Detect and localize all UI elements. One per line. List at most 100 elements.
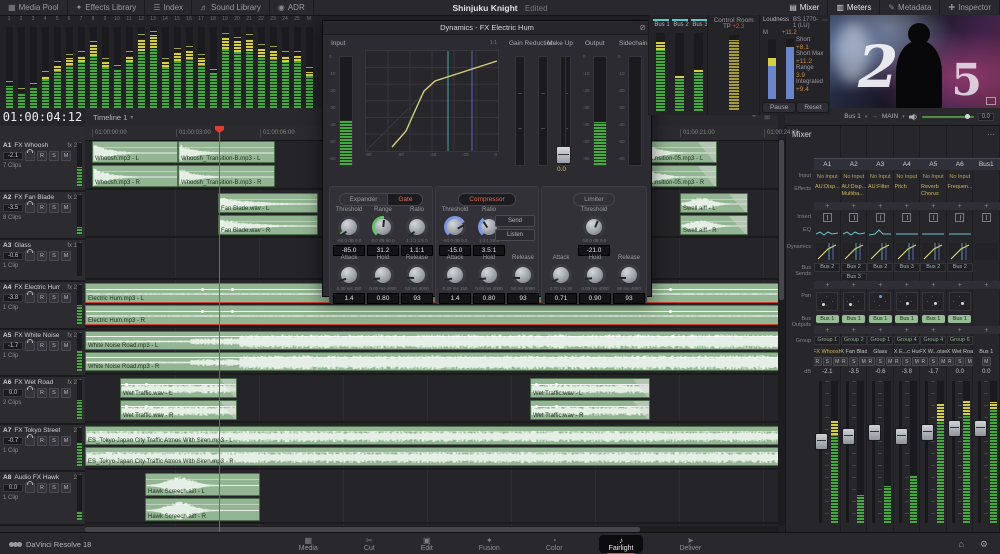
channel-arm-button[interactable]: R: [920, 357, 928, 366]
fader-track[interactable]: [819, 381, 822, 523]
add-send-button[interactable]: +: [814, 281, 841, 289]
track-arm-button[interactable]: R: [37, 151, 47, 161]
timeline-selector[interactable]: Timeline 1: [85, 113, 127, 122]
lock-icon[interactable]: [25, 434, 35, 446]
track-solo-button[interactable]: S: [49, 293, 59, 303]
playhead[interactable]: [219, 126, 220, 532]
channel-effects[interactable]: Reverb Chorus: [920, 184, 947, 201]
channel-input-slot[interactable]: No Input: [894, 171, 921, 182]
toolbar-button-metadata[interactable]: ✎ Metadata: [880, 0, 941, 15]
channel-effects[interactable]: [973, 184, 1000, 201]
channel-arm-button[interactable]: R: [867, 357, 875, 366]
track-header-a4[interactable]: A4 FX Electric Hum fx 2.0 -3.8 R S M 1 Clip: [0, 282, 85, 330]
audio-clip[interactable]: Hawk Screech.aiff - L: [145, 473, 260, 496]
loudness-button-reset[interactable]: Reset: [796, 102, 830, 113]
add-effect-button[interactable]: +: [920, 202, 947, 210]
automation-point[interactable]: [201, 309, 204, 313]
bypass-icon[interactable]: ⊘: [639, 23, 646, 32]
audio-clip[interactable]: Whoosh.mp3 - R: [92, 165, 178, 187]
channel-mute-button[interactable]: M: [981, 357, 991, 366]
knob-threshold[interactable]: Threshold -50.0 dB 0.0 -21.0: [577, 207, 611, 256]
channel-mute-button[interactable]: M: [832, 357, 841, 366]
channel-pan[interactable]: [947, 291, 974, 312]
add-effect-button[interactable]: +: [946, 202, 973, 210]
track-header-a3[interactable]: A3 Glass fx 1.0 -0.6 R S M 1 Clip: [0, 240, 85, 282]
channel-arm-button[interactable]: R: [893, 357, 902, 366]
knob-release[interactable]: Release 50 ms 4000 93: [506, 255, 540, 304]
audio-clip[interactable]: Swell.aiff - L: [680, 193, 748, 213]
channel-effects[interactable]: AU:Filter: [867, 184, 894, 201]
audio-clip[interactable]: Whoosh_Transition-B.mp3 - R: [178, 165, 275, 187]
channel-insert[interactable]: [867, 212, 894, 223]
page-color[interactable]: ◔ Color: [536, 535, 573, 553]
channel-bus-output[interactable]: Bus 1: [841, 314, 868, 324]
track-solo-button[interactable]: S: [49, 436, 59, 446]
track-mute-button[interactable]: M: [61, 341, 71, 351]
add-output-button[interactable]: +: [973, 326, 1000, 334]
knob-hold[interactable]: Hold 0.00 ms 4000 0.90: [578, 255, 612, 304]
track-arm-button[interactable]: R: [37, 341, 47, 351]
vertical-scrollbar[interactable]: [778, 140, 785, 526]
track-header-a8[interactable]: A8Audio FX Hawk Sc...2.00.0RSM1 Clip: [0, 472, 85, 526]
lock-icon[interactable]: [25, 201, 35, 213]
add-output-button[interactable]: +: [946, 326, 973, 334]
lock-icon[interactable]: [25, 339, 35, 351]
channel-group[interactable]: Group 4: [893, 336, 921, 345]
track-row-a8[interactable]: Hawk Screech.aiff - L Hawk Screech.aiff -…: [85, 472, 778, 524]
channel-solo-button[interactable]: S: [875, 357, 885, 366]
channel-solo-button[interactable]: S: [902, 357, 912, 366]
track-mute-button[interactable]: M: [61, 151, 71, 161]
toolbar-button-mixer[interactable]: ▤ Mixer: [781, 0, 829, 15]
track-mute-button[interactable]: M: [61, 203, 71, 213]
loudness-button-pause[interactable]: Pause: [761, 102, 797, 113]
channel-input-slot[interactable]: No Input: [814, 171, 841, 182]
audio-clip[interactable]: Whoosh_Transition-B.mp3 - L: [178, 141, 275, 163]
automation-point[interactable]: [125, 404, 128, 408]
page-fusion[interactable]: ✦ Fusion: [469, 535, 510, 553]
toolbar-button-index[interactable]: ☰ Index: [145, 0, 193, 15]
fader-handle[interactable]: [815, 433, 828, 450]
channel-dynamics[interactable]: [894, 242, 921, 261]
track-arm-button[interactable]: R: [37, 203, 47, 213]
channel-header[interactable]: A3: [867, 158, 894, 170]
automation-point[interactable]: [125, 382, 128, 386]
fader-handle[interactable]: [841, 427, 855, 445]
fader-track[interactable]: [951, 381, 955, 523]
channel-arm-button[interactable]: R: [840, 357, 849, 366]
track-mute-button[interactable]: M: [61, 251, 71, 261]
channel-mute-button[interactable]: M: [859, 357, 867, 366]
channel-bus-sends[interactable]: Bus 2: [867, 263, 894, 280]
channel-pan[interactable]: [841, 291, 868, 312]
knob-release[interactable]: Release 50 ms 4000 93: [612, 255, 646, 304]
audio-clip[interactable]: Hawk Screech.aiff - R: [145, 498, 260, 521]
add-effect-button[interactable]: +: [840, 202, 867, 210]
monitor-volume-slider[interactable]: [921, 113, 974, 119]
channel-input-slot[interactable]: No Input: [867, 171, 894, 182]
knob-hold[interactable]: Hold 0.00 ms 4000 0.80: [366, 255, 400, 304]
fader-handle[interactable]: [868, 423, 881, 441]
toolbar-button-inspector[interactable]: ✚ Inspector: [940, 0, 1000, 15]
add-send-button[interactable]: +: [893, 281, 920, 289]
knob-attack[interactable]: Attack 0.30 ms 150 1.4: [332, 255, 366, 304]
channel-dynamics[interactable]: [973, 242, 1000, 261]
channel-mute-button[interactable]: M: [912, 357, 920, 366]
track-arm-button[interactable]: R: [37, 251, 47, 261]
add-send-button[interactable]: +: [920, 281, 947, 289]
page-fairlight[interactable]: ♪ Fairlight: [598, 535, 644, 554]
fader-track[interactable]: [978, 381, 981, 523]
automation-point[interactable]: [535, 404, 538, 408]
dialog-titlebar[interactable]: Dynamics - FX Electric Hum ⊘: [323, 21, 651, 35]
channel-eq[interactable]: [841, 225, 868, 240]
track-solo-button[interactable]: S: [49, 251, 59, 261]
channel-arm-button[interactable]: R: [814, 357, 822, 366]
track-solo-button[interactable]: S: [49, 483, 59, 493]
audio-clip[interactable]: Swell.aiff - R: [680, 215, 748, 235]
lock-icon[interactable]: [25, 291, 35, 303]
automation-point[interactable]: [145, 404, 148, 408]
monitor-dest-select[interactable]: MAIN: [882, 113, 898, 120]
automation-point[interactable]: [669, 309, 672, 313]
channel-group[interactable]: Group 1: [867, 336, 894, 345]
audio-clip[interactable]: White Noise Road.mp3 - R: [85, 352, 778, 371]
toolbar-button-effects-library[interactable]: ✦ Effects Library: [68, 0, 146, 15]
speaker-icon[interactable]: [908, 113, 918, 121]
